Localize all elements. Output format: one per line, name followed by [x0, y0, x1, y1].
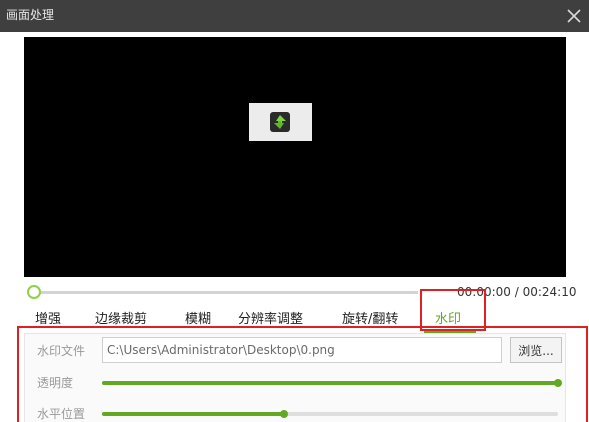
browse-button[interactable]: 浏览...: [510, 337, 562, 363]
watermark-file-field[interactable]: [102, 337, 502, 363]
opacity-slider[interactable]: [102, 379, 562, 387]
opacity-slider-handle[interactable]: [554, 379, 562, 387]
watermark-preview: [249, 103, 312, 141]
tab-rotate-flip[interactable]: 旋转/翻转: [342, 311, 398, 329]
app-logo-icon: [270, 112, 290, 132]
close-icon[interactable]: [565, 7, 583, 25]
watermark-panel: 水印文件 浏览... 透明度 水平位置: [24, 333, 566, 422]
opacity-slider-fill: [102, 381, 558, 385]
title-bar: 画面处理: [0, 0, 589, 32]
horizontal-position-slider[interactable]: [102, 410, 558, 418]
horizontal-position-label: 水平位置: [37, 407, 86, 421]
window-title: 画面处理: [6, 8, 55, 22]
horizontal-position-slider-fill: [102, 412, 285, 416]
time-display: 00:00:00 / 00:24:10: [457, 285, 577, 299]
seek-bar[interactable]: [34, 291, 418, 294]
tab-edge-crop[interactable]: 边缘裁剪: [95, 311, 147, 329]
tab-enhance[interactable]: 增强: [35, 311, 61, 329]
watermark-file-label: 水印文件: [37, 344, 86, 358]
video-preview: [24, 37, 566, 277]
tab-resolution[interactable]: 分辨率调整: [238, 311, 303, 329]
tab-watermark[interactable]: 水印: [435, 311, 461, 329]
opacity-label: 透明度: [37, 376, 74, 390]
tab-blur[interactable]: 模糊: [185, 311, 211, 329]
horizontal-position-slider-handle[interactable]: [280, 410, 289, 418]
seek-handle[interactable]: [27, 285, 41, 299]
